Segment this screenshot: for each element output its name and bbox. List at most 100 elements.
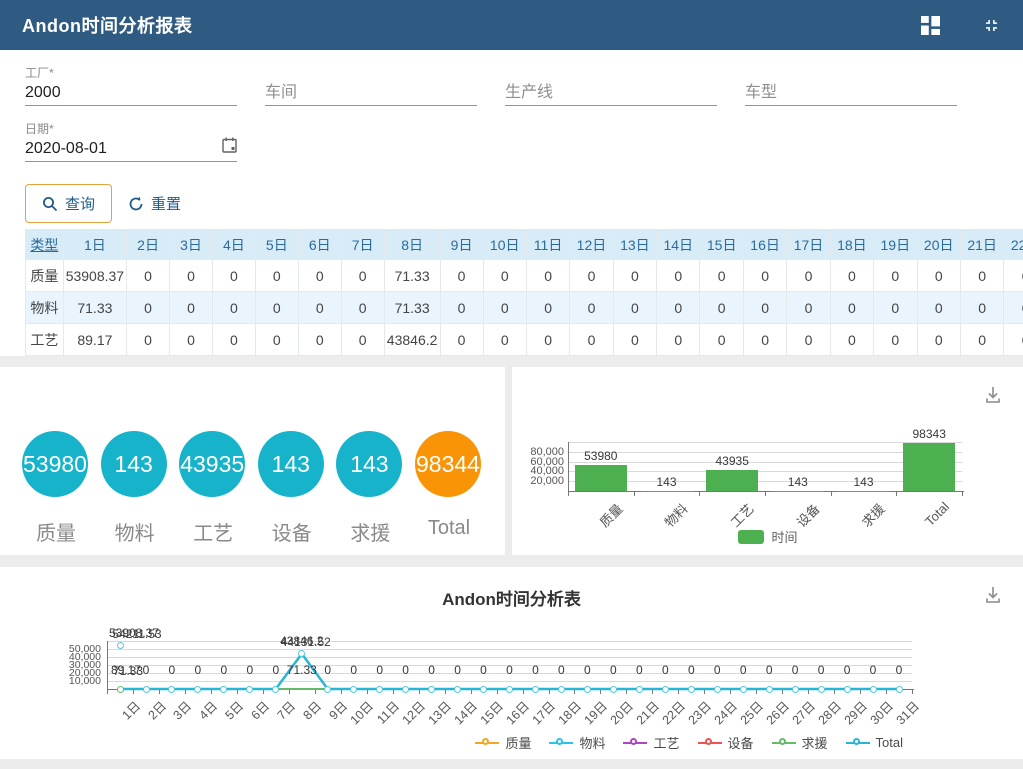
column-header[interactable]: 12日 — [570, 230, 613, 260]
column-header[interactable]: 类型 — [26, 230, 64, 260]
legend-item-求援[interactable]: 求援 — [772, 733, 828, 752]
line-day-label: 9日 — [324, 696, 351, 723]
column-header[interactable]: 11日 — [526, 230, 569, 260]
column-header[interactable]: 10日 — [483, 230, 526, 260]
value-cell: 0 — [170, 260, 213, 292]
bar-legend-label: 时间 — [771, 527, 797, 546]
bar-chart-card: 20,00040,00060,00080,00053980质量143物料4393… — [512, 367, 1023, 555]
query-button[interactable]: 查询 — [25, 184, 112, 223]
column-header[interactable]: 7日 — [341, 230, 384, 260]
summary-circle-item: 143设备 — [258, 431, 326, 546]
line-day8-top-label: 44131.52 — [281, 635, 331, 649]
value-cell: 0 — [960, 292, 1003, 324]
value-cell: 0 — [526, 292, 569, 324]
column-header[interactable]: 3日 — [170, 230, 213, 260]
download-icon[interactable] — [983, 585, 1003, 610]
bar-legend-item[interactable]: 时间 — [737, 527, 797, 546]
line-marker — [662, 686, 669, 693]
legend-marker — [698, 738, 722, 748]
column-header[interactable]: 15日 — [700, 230, 743, 260]
column-header[interactable]: 19日 — [874, 230, 917, 260]
collapse-fullscreen-icon[interactable] — [982, 16, 1001, 35]
legend-item-物料[interactable]: 物料 — [549, 733, 605, 752]
workshop-input[interactable]: 车间 — [265, 80, 477, 106]
line-marker — [246, 686, 253, 693]
line-zero-label: 0 — [169, 663, 176, 677]
line-x-tick — [912, 690, 913, 694]
bar-x-tick — [962, 492, 963, 496]
legend-item-设备[interactable]: 设备 — [698, 733, 754, 752]
value-cell: 0 — [570, 292, 613, 324]
value-cell: 0 — [212, 324, 255, 356]
column-header[interactable]: 14日 — [657, 230, 700, 260]
factory-input[interactable]: 2000 — [25, 80, 237, 106]
bar-value-label: 53980 — [584, 449, 617, 463]
line-x-tick — [626, 690, 627, 694]
bar-value-label: 143 — [853, 475, 873, 489]
column-header[interactable]: 5日 — [255, 230, 298, 260]
column-header[interactable]: 1日 — [63, 230, 126, 260]
column-header[interactable]: 4日 — [212, 230, 255, 260]
download-icon[interactable] — [983, 385, 1003, 410]
date-field[interactable]: 日期* 2020-08-01 — [25, 120, 237, 162]
production-line-input[interactable]: 生产线 — [505, 80, 717, 106]
legend-item-质量[interactable]: 质量 — [475, 733, 531, 752]
summary-circle-label: 物料 — [101, 517, 169, 546]
value-cell: 0 — [526, 260, 569, 292]
column-header[interactable]: 9日 — [440, 230, 483, 260]
column-header[interactable]: 17日 — [787, 230, 830, 260]
legend-label: 物料 — [579, 733, 605, 752]
line-x-tick — [704, 690, 705, 694]
legend-item-Total[interactable]: Total — [846, 733, 903, 752]
production-line-field[interactable]: 生产线 — [505, 64, 717, 106]
table-row: 物料71.3300000071.3300000000000000 — [26, 292, 1023, 324]
bar — [575, 465, 627, 492]
factory-field[interactable]: 工厂* 2000 — [25, 64, 237, 106]
calendar-icon[interactable] — [222, 137, 237, 161]
line-zero-label: 0 — [740, 663, 747, 677]
reset-button[interactable]: 重置 — [112, 185, 197, 222]
column-header[interactable]: 2日 — [127, 230, 170, 260]
column-header[interactable]: 16日 — [743, 230, 786, 260]
line-zero-label: 0 — [506, 663, 513, 677]
value-cell: 0 — [874, 292, 917, 324]
value-cell: 0 — [298, 292, 341, 324]
line-marker — [454, 686, 461, 693]
value-cell: 0 — [483, 260, 526, 292]
column-header[interactable]: 22日 — [1004, 230, 1023, 260]
column-header[interactable]: 20日 — [917, 230, 960, 260]
line-x-tick — [315, 690, 316, 694]
summary-circle-label: 求援 — [336, 517, 404, 546]
bar-ytick-label: 40,000 — [514, 466, 564, 476]
value-cell: 0 — [570, 324, 613, 356]
vehicle-model-field[interactable]: 车型 — [745, 64, 957, 106]
column-header[interactable]: 6日 — [298, 230, 341, 260]
legend-label: 设备 — [728, 733, 754, 752]
bar-y-axis — [568, 442, 569, 491]
line-zero-label: 0 — [688, 663, 695, 677]
column-header[interactable]: 13日 — [613, 230, 656, 260]
summary-circle-value: 143 — [336, 431, 402, 497]
value-cell: 0 — [830, 260, 873, 292]
legend-label: 求援 — [802, 733, 828, 752]
column-header[interactable]: 8日 — [384, 230, 440, 260]
line-zero-label: 0 — [428, 663, 435, 677]
value-cell: 0 — [960, 324, 1003, 356]
workshop-field[interactable]: 车间 — [265, 64, 477, 106]
line-zero-label: 0 — [636, 663, 643, 677]
column-header[interactable]: 18日 — [830, 230, 873, 260]
bar-value-label: 143 — [788, 475, 808, 489]
value-cell: 0 — [1004, 292, 1023, 324]
legend-item-工艺[interactable]: 工艺 — [623, 733, 679, 752]
bar-x-axis — [568, 491, 964, 492]
line-marker — [532, 686, 539, 693]
bar-x-tick — [896, 492, 897, 496]
column-header[interactable]: 21日 — [960, 230, 1003, 260]
date-input[interactable]: 2020-08-01 — [25, 136, 237, 162]
legend-marker — [475, 738, 499, 748]
vehicle-model-input[interactable]: 车型 — [745, 80, 957, 106]
value-cell: 71.33 — [384, 292, 440, 324]
line-x-tick — [445, 690, 446, 694]
dashboard-icon[interactable] — [921, 16, 940, 35]
bar-legend-swatch — [737, 530, 763, 544]
